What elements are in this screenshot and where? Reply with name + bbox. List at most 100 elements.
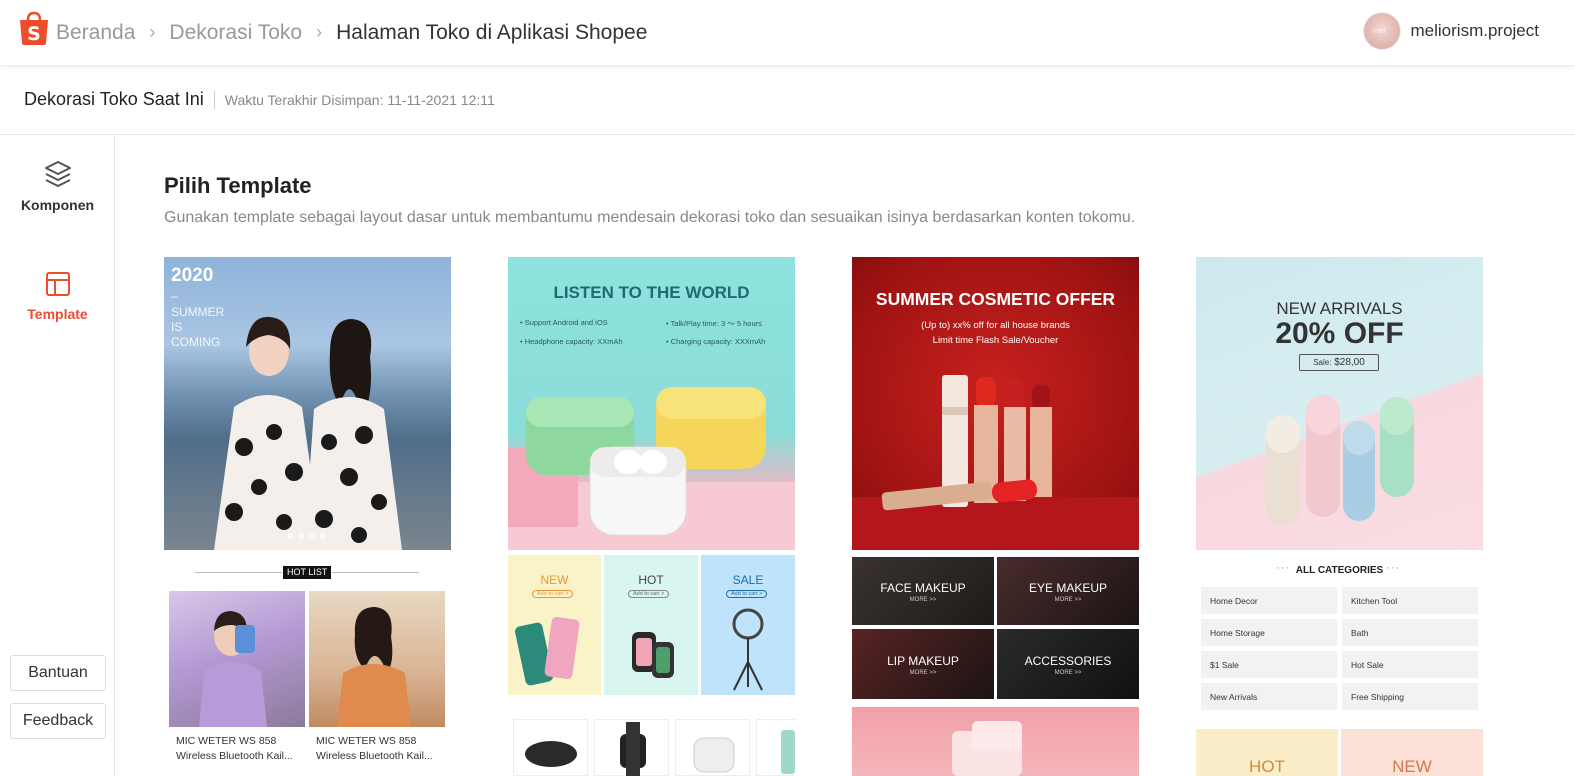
product-thumb [594,719,669,776]
page-title: Pilih Template [164,173,312,198]
category-label: Bath [1351,628,1369,638]
layers-icon [44,161,71,187]
fashion-models-illustration [214,316,402,550]
user-account-menu[interactable]: meliorism.project [1362,12,1539,50]
mouse-illustration [525,741,577,767]
top-navigation-bar: S Beranda › Dekorasi Toko › Halaman Toko… [0,0,1575,65]
sidebar-item-label: Komponen [20,197,95,213]
hero-year: 2020 [171,265,214,286]
sidebar-item-label: Template [27,306,88,322]
hero-line: IS [171,320,183,334]
sidebar-item-template[interactable]: Template [0,270,115,324]
tile-more: MORE >> [1054,670,1082,676]
breadcrumb: Beranda › Dekorasi Toko › Halaman Toko d… [56,0,647,65]
avatar[interactable] [1362,12,1401,50]
product-image [169,591,305,727]
tile-label: NEW [540,573,569,587]
tile-label: NEW [1392,757,1432,776]
tile-more: MORE >> [909,597,937,603]
username[interactable]: meliorism.project [1411,21,1539,41]
current-decoration-title: Dekorasi Toko Saat Ini [24,89,204,109]
breadcrumb-current-page: Halaman Toko di Aplikasi Shopee [336,20,648,44]
product-title: MIC WETER WS 858 [176,735,277,747]
template-hero-image: NEW ARRIVALS 20% OFF Sale: $28,00 [1196,257,1483,550]
capsule-products-illustration [1266,395,1414,525]
template-hero-image: 2020 – SUMMER IS COMING [164,257,451,550]
tile-sub: Add to cart > [628,590,670,598]
category-label: $1 Sale [1210,660,1239,670]
divider [213,90,215,109]
categories-title: ALL CATEGORIES [1295,565,1384,576]
sidebar-item-komponen[interactable]: Komponen [0,159,115,215]
breadcrumb-beranda[interactable]: Beranda [56,21,135,45]
hero-line: COMING [171,335,221,349]
tile-sub: Add to cart > [532,590,574,598]
category-label: New Arrivals [1210,692,1258,702]
category-label: Home Storage [1210,628,1265,638]
category-chip[interactable]: Home Decor [1201,587,1337,614]
template-card-cosmetics[interactable]: SUMMER COSMETIC OFFER (Up to) xx% off fo… [852,257,1139,776]
product-title: MIC WETER WS 858 [316,735,417,747]
last-saved-time: Waktu Terakhir Disimpan: 11-11-2021 12:1… [224,91,495,108]
help-button[interactable]: Bantuan [10,655,106,691]
chevron-right-icon: › [316,22,323,42]
template-card-home[interactable]: NEW ARRIVALS 20% OFF Sale: $28,00 ··· AL… [1196,257,1483,776]
shopee-logo-icon[interactable]: S [18,11,50,45]
template-layout-icon [45,272,70,296]
tile-label: SALE [732,573,764,587]
product-thumb [756,719,795,776]
product-image [309,591,445,727]
product-thumb [675,719,750,776]
tile-label: ACCESSORIES [1024,654,1112,668]
promo-banner [852,707,1139,776]
svg-text:S: S [27,23,41,45]
product-photo-illustration [199,611,267,727]
product-subtitle: Wireless Bluetooth Kail... [176,750,293,762]
template-hero-image: LISTEN TO THE WORLD • Support Android an… [508,257,795,550]
category-label: Hot Sale [1351,660,1384,670]
tile-more: MORE >> [1054,597,1082,603]
tile-more: MORE >> [909,670,937,676]
tile-label: HOT [1249,757,1285,776]
left-sidebar: Komponen Template Bantuan Feedback [0,135,115,776]
category-label: Kitchen Tool [1351,596,1398,606]
current-decoration-bar: Dekorasi Toko Saat Ini Waktu Terakhir Di… [0,65,1575,135]
category-label: Home Decor [1210,596,1258,606]
category-label: Free Shipping [1351,692,1404,702]
tile-label: LIP MAKEUP [887,654,959,668]
promo-tile: HOT [1196,729,1338,776]
tile-label: EYE MAKEUP [1028,581,1108,595]
promo-tile: NEW [1341,729,1483,776]
category-chip[interactable]: Free Shipping [1342,683,1478,710]
tile-label: FACE MAKEUP [880,581,966,595]
cosmetic-boxes-illustration [952,721,1022,776]
earbuds-illustration [508,387,795,550]
category-chip[interactable]: Home Storage [1201,619,1337,646]
category-chip[interactable]: Bath [1342,619,1478,646]
phone-illustration [781,730,795,774]
earbuds-case-illustration [693,737,735,773]
template-card-fashion[interactable]: 2020 – SUMMER IS COMING HOT LIST MIC WET… [164,257,451,776]
category-chip[interactable]: $1 Sale [1201,651,1337,678]
template-hero-image: SUMMER COSMETIC OFFER (Up to) xx% off fo… [852,257,1139,550]
template-card-electronics[interactable]: LISTEN TO THE WORLD • Support Android an… [508,257,795,776]
category-chip[interactable]: Kitchen Tool [1342,587,1478,614]
tile-sub: Add to cart > [726,590,768,598]
hero-dash: – [171,289,178,303]
divider [332,572,419,573]
feedback-button[interactable]: Feedback [10,703,106,739]
breadcrumb-dekorasi-toko[interactable]: Dekorasi Toko [169,21,302,45]
gadgets-illustration [514,608,764,691]
product-photo-illustration [337,607,411,727]
section-tag: HOT LIST [283,566,332,579]
chevron-right-icon: › [149,22,156,42]
dots-right: ··· [1386,562,1400,574]
lipstick-illustration [852,375,1139,550]
product-thumb [513,719,588,776]
divider [195,572,282,573]
category-chip[interactable]: Hot Sale [1342,651,1478,678]
product-subtitle: Wireless Bluetooth Kail... [316,750,433,762]
watch-illustration [620,722,646,776]
category-chip[interactable]: New Arrivals [1201,683,1337,710]
tile-label: HOT [638,573,664,587]
